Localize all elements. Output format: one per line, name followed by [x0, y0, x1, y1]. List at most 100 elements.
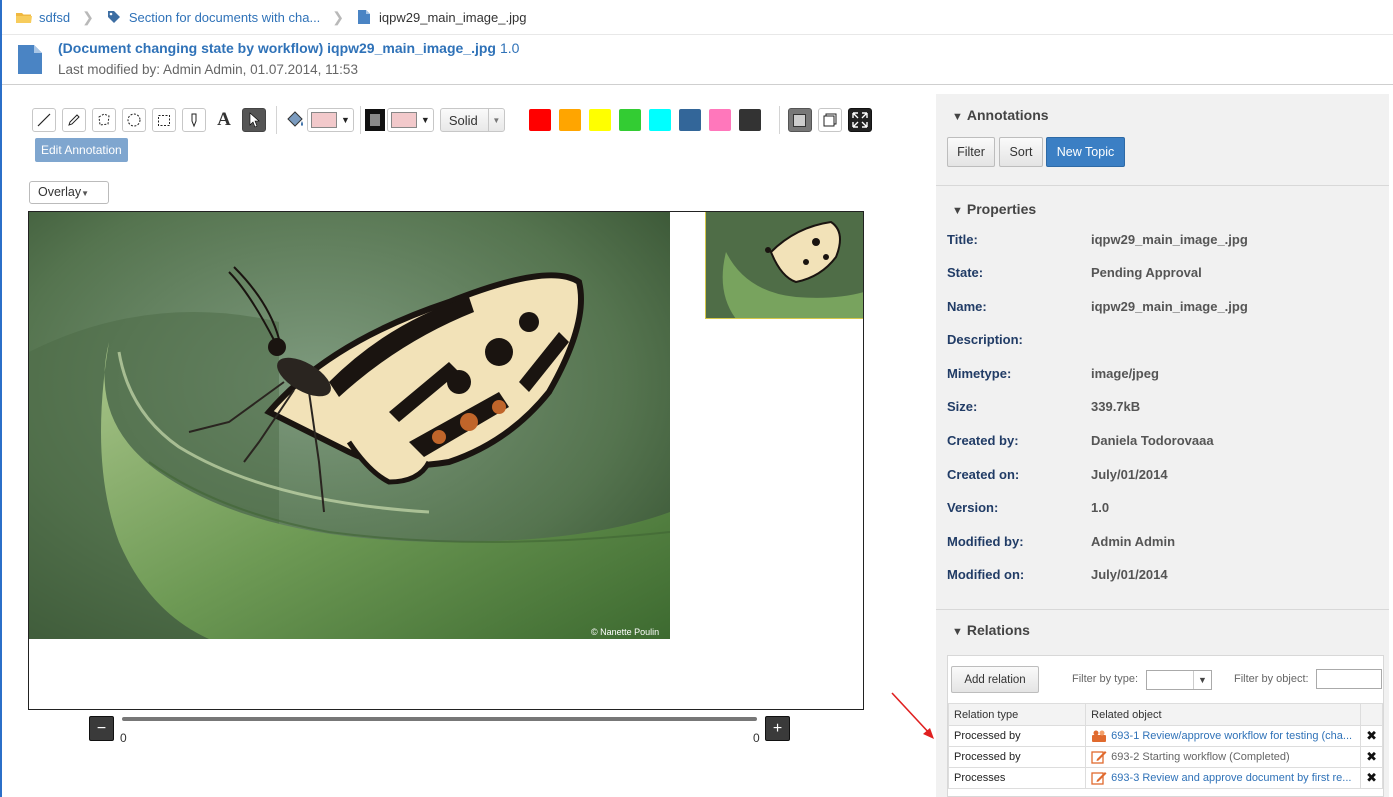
- breadcrumb-label: sdfsd: [39, 9, 71, 25]
- related-object-cell[interactable]: 693-2 Starting workflow (Completed): [1085, 746, 1362, 768]
- property-label: Modified by:: [947, 534, 1024, 549]
- fill-color-swatch: [311, 112, 337, 128]
- related-object-link[interactable]: 693-3 Review and approve document by fir…: [1111, 772, 1351, 784]
- table-row: Processed by 693-1 Review/approve workfl…: [947, 725, 1383, 747]
- thumbnail-image: [706, 212, 863, 318]
- triangle-down-icon: ▼: [952, 111, 963, 123]
- thumbnail-navigator[interactable]: [705, 212, 863, 319]
- relations-panel: Add relation Filter by type: ▼ Filter by…: [947, 655, 1384, 797]
- text-tool-icon[interactable]: A: [212, 108, 236, 132]
- overlay-value: Overlay: [38, 185, 82, 199]
- relations-section-header[interactable]: ▼ Relations: [952, 622, 1030, 638]
- color-swatch-red[interactable]: [528, 109, 551, 131]
- property-value: Daniela Todorovaaa: [1091, 433, 1214, 448]
- polygon-tool-icon[interactable]: [92, 108, 116, 132]
- breadcrumb-item-document: iqpw29_main_image_.jpg: [356, 9, 526, 25]
- page-title: (Document changing state by workflow) iq…: [58, 40, 519, 56]
- color-swatch-dark[interactable]: [738, 109, 761, 131]
- properties-section-header[interactable]: ▼ Properties: [952, 201, 1036, 217]
- delete-icon[interactable]: ✖: [1360, 725, 1383, 747]
- fill-color-picker[interactable]: ▼: [307, 108, 354, 132]
- property-value: iqpw29_main_image_.jpg: [1091, 299, 1248, 314]
- image-viewer[interactable]: © Nanette Poulin: [28, 211, 864, 710]
- relation-type-cell: Processed by: [947, 746, 1087, 768]
- chevron-down-icon: ▼: [420, 115, 430, 125]
- color-swatch-orange[interactable]: [558, 109, 581, 131]
- copyright-text: © Nanette Poulin: [591, 627, 660, 637]
- document-icon: [356, 9, 372, 25]
- delete-icon[interactable]: ✖: [1360, 767, 1383, 789]
- tag-icon: [106, 9, 122, 25]
- zoom-slider[interactable]: [122, 717, 757, 721]
- shadow-box-icon[interactable]: [787, 108, 812, 132]
- property-label: Version:: [947, 500, 999, 515]
- overlay-box-icon[interactable]: [817, 108, 842, 132]
- relations-table: Relation type Related object Processed b…: [947, 703, 1383, 789]
- table-row: Processes 693-3 Review and approve docum…: [947, 767, 1383, 789]
- overlay-dropdown[interactable]: Overlay▼: [29, 181, 109, 204]
- chevron-right-icon: ❯: [82, 8, 94, 25]
- edit-task-icon: [1091, 751, 1107, 764]
- column-header[interactable]: Relation type: [947, 703, 1087, 726]
- property-label: Modified on:: [947, 567, 1025, 582]
- add-relation-button[interactable]: Add relation: [951, 666, 1039, 693]
- zoom-min-value: 0: [120, 731, 127, 745]
- filter-object-input[interactable]: [1316, 669, 1382, 689]
- relation-type-cell: Processes: [947, 767, 1087, 789]
- related-object-cell[interactable]: 693-3 Review and approve document by fir…: [1085, 767, 1362, 789]
- filter-button[interactable]: Filter: [947, 137, 995, 167]
- pencil-tool-icon[interactable]: [62, 108, 86, 132]
- chevron-down-icon: ▼: [487, 109, 504, 131]
- annotations-section-header[interactable]: ▼ Annotations: [952, 107, 1049, 123]
- new-topic-button[interactable]: New Topic: [1046, 137, 1125, 167]
- breadcrumb: sdfsd ❯ Section for documents with cha..…: [2, 0, 1393, 34]
- color-swatch-cyan[interactable]: [648, 109, 671, 131]
- table-row: Processed by 693-2 Starting workflow (Co…: [947, 746, 1383, 768]
- fullscreen-icon[interactable]: [847, 108, 872, 132]
- property-value: Admin Admin: [1091, 534, 1176, 549]
- stroke-color-picker[interactable]: ▼: [386, 108, 434, 132]
- document-title: (Document changing state by workflow) iq…: [58, 40, 496, 56]
- ellipse-tool-icon[interactable]: [122, 108, 146, 132]
- line-style-select[interactable]: Solid ▼: [439, 108, 505, 132]
- breadcrumb-item-section[interactable]: Section for documents with cha...: [106, 9, 320, 25]
- rectangle-tool-icon[interactable]: [152, 108, 176, 132]
- relation-type-cell: Processed by: [947, 725, 1087, 747]
- line-tool-icon[interactable]: [32, 108, 56, 132]
- property-value: 1.0: [1091, 500, 1110, 515]
- column-header[interactable]: Related object: [1085, 703, 1362, 726]
- workflow-icon: [1092, 730, 1107, 742]
- butterfly-image: [29, 212, 670, 639]
- table-header-row: Relation type Related object: [947, 703, 1383, 726]
- stroke-icon: [364, 109, 385, 131]
- filter-type-label: Filter by type:: [1072, 673, 1139, 685]
- color-swatch-green[interactable]: [618, 109, 641, 131]
- relations-title: Relations: [966, 622, 1030, 638]
- pin-tool-icon[interactable]: [182, 108, 206, 132]
- toolbar-divider: [359, 106, 361, 134]
- breadcrumb-label: Section for documents with cha...: [128, 9, 321, 25]
- chevron-right-icon: ❯: [332, 8, 345, 25]
- select-tool-icon[interactable]: [242, 108, 266, 132]
- property-label: Name:: [947, 299, 987, 314]
- property-value: iqpw29_main_image_.jpg: [1091, 232, 1248, 247]
- chevron-down-icon: ▼: [341, 115, 350, 125]
- zoom-in-button[interactable]: +: [765, 716, 790, 741]
- related-object-cell[interactable]: 693-1 Review/approve workflow for testin…: [1085, 725, 1362, 747]
- sort-button[interactable]: Sort: [999, 137, 1043, 167]
- zoom-out-button[interactable]: −: [89, 716, 114, 741]
- color-swatch-yellow[interactable]: [588, 109, 611, 131]
- related-object-link[interactable]: 693-1 Review/approve workflow for testin…: [1111, 730, 1352, 742]
- annotations-title: Annotations: [966, 107, 1049, 123]
- color-swatch-blue[interactable]: [678, 109, 701, 131]
- filter-type-select[interactable]: ▼: [1146, 670, 1212, 690]
- fill-bucket-icon: [285, 109, 305, 131]
- property-value: image/jpeg: [1091, 366, 1159, 381]
- property-label: Created by:: [947, 433, 1019, 448]
- edit-annotation-button[interactable]: Edit Annotation: [35, 138, 128, 162]
- related-object-link[interactable]: 693-2 Starting workflow (Completed): [1111, 751, 1290, 763]
- breadcrumb-item-folder[interactable]: sdfsd: [16, 9, 70, 25]
- delete-icon[interactable]: ✖: [1360, 746, 1383, 768]
- property-label: State:: [947, 265, 984, 280]
- color-swatch-pink[interactable]: [708, 109, 731, 131]
